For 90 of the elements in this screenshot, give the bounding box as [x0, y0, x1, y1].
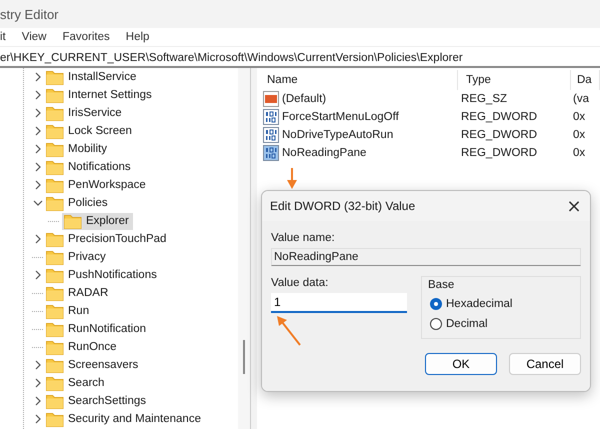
chevron-right-icon[interactable] [33, 72, 43, 82]
folder-icon [46, 321, 64, 337]
radio-button[interactable] [430, 318, 442, 330]
table-cell-text: REG_DWORD [460, 147, 538, 159]
chevron-right-icon[interactable] [33, 180, 43, 190]
menu-item[interactable]: View [22, 30, 46, 44]
tree-item[interactable]: RADAR [46, 284, 112, 302]
field-label: Value data: [271, 277, 330, 289]
table-cell-text: 0x [572, 111, 586, 123]
tree-item[interactable]: SearchSettings [46, 392, 150, 410]
chevron-right-icon[interactable] [33, 234, 43, 244]
table-cell-text: 0x [572, 147, 586, 159]
scrollbar[interactable] [238, 68, 250, 429]
column-header[interactable]: Type [458, 70, 571, 90]
value-data-field[interactable]: 1 [271, 293, 407, 313]
table-cell-text: REG_SZ [460, 93, 508, 105]
table-cell: NoDriveTypeAutoRun [282, 129, 394, 141]
column-header[interactable]: Name [259, 70, 458, 90]
table-cell-text: REG_DWORD [460, 129, 538, 141]
tree-item[interactable]: IrisService [46, 104, 126, 122]
tree-item[interactable]: Policies [46, 194, 112, 212]
tree-item[interactable]: PushNotifications [46, 266, 161, 284]
table-cell: NoReadingPane [282, 147, 366, 159]
chevron-right-icon[interactable] [33, 126, 43, 136]
tree-item[interactable]: RunNotification [46, 320, 150, 338]
folder-icon [46, 231, 64, 247]
chevron-right-icon[interactable] [33, 270, 43, 280]
folder-icon [46, 267, 64, 283]
tree-item[interactable]: PenWorkspace [46, 176, 150, 194]
chevron-right-icon[interactable] [33, 378, 43, 388]
tree-item[interactable]: Internet Settings [46, 86, 156, 104]
tree-item[interactable]: Security and Maintenance [46, 410, 205, 428]
folder-icon [46, 141, 64, 157]
folder-icon [46, 285, 64, 301]
table-cell: (Default) [282, 93, 326, 105]
chevron-right-icon[interactable] [33, 360, 43, 370]
annotation-arrow [276, 316, 302, 346]
chevron-right-icon[interactable] [33, 396, 43, 406]
chevron-right-icon[interactable] [33, 414, 43, 424]
folder-icon [46, 123, 64, 139]
tree-item[interactable]: PrecisionTouchPad [46, 230, 170, 248]
tree-item[interactable]: Notifications [46, 158, 135, 176]
window-title: stry Editor [0, 6, 59, 22]
folder-icon [46, 87, 64, 103]
tree-item[interactable]: Mobility [46, 140, 111, 158]
chevron-right-icon[interactable] [33, 144, 43, 154]
table-cell-text: (va [572, 93, 590, 105]
folder-icon [46, 159, 64, 175]
table-cell-text: REG_DWORD [460, 111, 538, 123]
tree-item[interactable]: Privacy [46, 248, 110, 266]
tree-item[interactable]: InstallService [46, 68, 140, 86]
folder-icon [46, 69, 64, 85]
field-label: Value name: [271, 232, 336, 244]
tree-item[interactable]: RunOnce [46, 338, 121, 356]
radio-label: Hexadecimal [446, 298, 512, 310]
folder-icon [46, 249, 64, 265]
radio-button[interactable] [430, 298, 442, 310]
value-name-field: NoReadingPane [271, 248, 581, 266]
tree-item[interactable]: Search [46, 374, 108, 392]
menu-item[interactable]: Favorites [62, 30, 110, 44]
folder-icon [46, 303, 64, 319]
close-button[interactable]: × [558, 191, 590, 221]
dialog-title: Edit DWORD (32-bit) Value [270, 199, 416, 213]
folder-icon [46, 195, 64, 211]
chevron-right-icon[interactable] [33, 108, 43, 118]
column-header[interactable]: Da [571, 70, 600, 90]
tree-item[interactable]: Lock Screen [46, 122, 136, 140]
folder-icon [46, 339, 64, 355]
ok-button[interactable]: OK [425, 353, 497, 375]
group-label: Base [428, 279, 456, 291]
table-cell-text: 0x [572, 129, 586, 141]
tree-item[interactable]: Run [46, 302, 94, 320]
chevron-right-icon[interactable] [33, 90, 43, 100]
cancel-button[interactable]: Cancel [509, 353, 581, 375]
chevron-right-icon[interactable] [33, 162, 43, 172]
folder-icon [46, 411, 64, 427]
folder-icon [46, 375, 64, 391]
folder-icon [46, 105, 64, 121]
tree-item[interactable]: Explorer [62, 212, 133, 230]
chevron-down-icon[interactable] [33, 198, 43, 208]
table-cell: ForceStartMenuLogOff [282, 111, 399, 123]
menu-item[interactable]: Help [126, 30, 150, 44]
folder-icon [64, 213, 82, 229]
folder-icon [46, 357, 64, 373]
folder-icon [46, 177, 64, 193]
menu-item[interactable]: it [0, 30, 6, 44]
annotation-arrow [286, 168, 298, 190]
tree-item[interactable]: Screensavers [46, 356, 142, 374]
folder-icon [46, 393, 64, 409]
radio-label: Decimal [446, 318, 488, 330]
